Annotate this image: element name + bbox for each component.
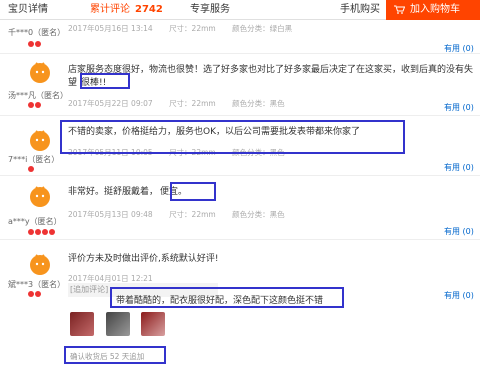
- tab-reviews-label: 累计评论: [90, 4, 130, 15]
- avatar: [30, 130, 50, 151]
- add-to-cart-button[interactable]: 加入购物车: [386, 0, 480, 20]
- append-label: [追加评论]: [70, 285, 109, 294]
- highlight-box: [170, 182, 216, 201]
- review-item: 汤***凡（匿名） 店家服务态度很好，物流也很赞！选了好多家也对比了好多家最后决…: [0, 54, 480, 116]
- tab-bar: 宝贝详情 累计评论 2742 专享服务 手机购买 加入购物车: [0, 0, 480, 20]
- review-date: 2017年05月16日 13:14: [68, 24, 153, 33]
- review-date: 2017年04月01日 12:21: [68, 274, 153, 283]
- reviewer-badges: [28, 101, 68, 108]
- review-item: 7***i（匿名） 不错的卖家，价格挺给力，服务也OK，以后公司需要批发表带都来…: [0, 116, 480, 176]
- reviewer-badges: [28, 165, 68, 172]
- review-color: 颜色分类：绿白黑: [232, 24, 293, 33]
- review-photo[interactable]: [141, 312, 165, 336]
- review-content: 评价方未及时做出评价,系统默认好评!: [68, 254, 219, 264]
- review-meta: 2017年05月16日 13:14 尺寸：22mm 颜色分类：绿白黑: [68, 23, 306, 34]
- tab-exclusive-services[interactable]: 专享服务: [190, 0, 230, 20]
- highlight-box: [110, 287, 344, 308]
- avatar: [30, 62, 50, 83]
- useful-button[interactable]: 有用 (0): [444, 226, 474, 237]
- avatar: [30, 186, 50, 207]
- review-count: 2742: [135, 4, 163, 15]
- add-to-cart-label: 加入购物车: [410, 4, 460, 15]
- highlight-box: [80, 73, 130, 89]
- review-text-line2: 望: [68, 78, 78, 88]
- tab-product-details[interactable]: 宝贝详情: [8, 0, 48, 20]
- avatar: [30, 254, 50, 275]
- tab-reviews[interactable]: 累计评论 2742: [90, 0, 163, 20]
- highlight-box: [60, 120, 405, 154]
- review-date: 2017年05月22日 09:07: [68, 99, 153, 108]
- reviewer-badges: [28, 40, 68, 47]
- reviewer-name: a***y（匿名）: [8, 217, 62, 226]
- reviewer-name: 斌***3（匿名）: [8, 280, 66, 289]
- review-size: 尺寸：22mm: [169, 99, 216, 108]
- review-item: a***y（匿名） 非常好。挺舒服戴着， 便宜。 2017年05月13日 09:4…: [0, 176, 480, 240]
- reviewer-name: 千***0（匿名）: [8, 28, 66, 37]
- review-color: 颜色分类：黑色: [232, 99, 285, 108]
- reviewer-name: 7***i（匿名）: [8, 155, 60, 164]
- review-size: 尺寸：22mm: [169, 24, 216, 33]
- cart-icon: [394, 5, 405, 14]
- review-item: 千***0（匿名） 2017年05月16日 13:14 尺寸：22mm 颜色分类…: [0, 20, 480, 54]
- useful-button[interactable]: 有用 (0): [444, 43, 474, 54]
- review-size: 尺寸：22mm: [169, 210, 216, 219]
- mobile-buy-link[interactable]: 手机购买: [340, 0, 380, 20]
- highlight-box: [64, 346, 166, 364]
- reviewer-badges: [28, 290, 68, 297]
- review-meta: 2017年05月22日 09:07 尺寸：22mm 颜色分类：黑色: [68, 98, 299, 109]
- review-meta: 2017年05月13日 09:48 尺寸：22mm 颜色分类：黑色: [68, 209, 299, 220]
- review-photo[interactable]: [106, 312, 130, 336]
- review-content: 非常好。挺舒服戴着， 便宜。: [68, 186, 268, 199]
- reviewer-name: 汤***凡（匿名）: [8, 91, 68, 100]
- useful-button[interactable]: 有用 (0): [444, 102, 474, 113]
- review-photo[interactable]: [70, 312, 94, 336]
- useful-button[interactable]: 有用 (0): [444, 162, 474, 173]
- review-date: 2017年05月13日 09:48: [68, 210, 153, 219]
- useful-button[interactable]: 有用 (0): [444, 290, 474, 301]
- review-text: 非常好。挺舒服戴着，: [68, 187, 159, 197]
- reviewer-badges: [28, 228, 68, 235]
- review-color: 颜色分类：黑色: [232, 210, 285, 219]
